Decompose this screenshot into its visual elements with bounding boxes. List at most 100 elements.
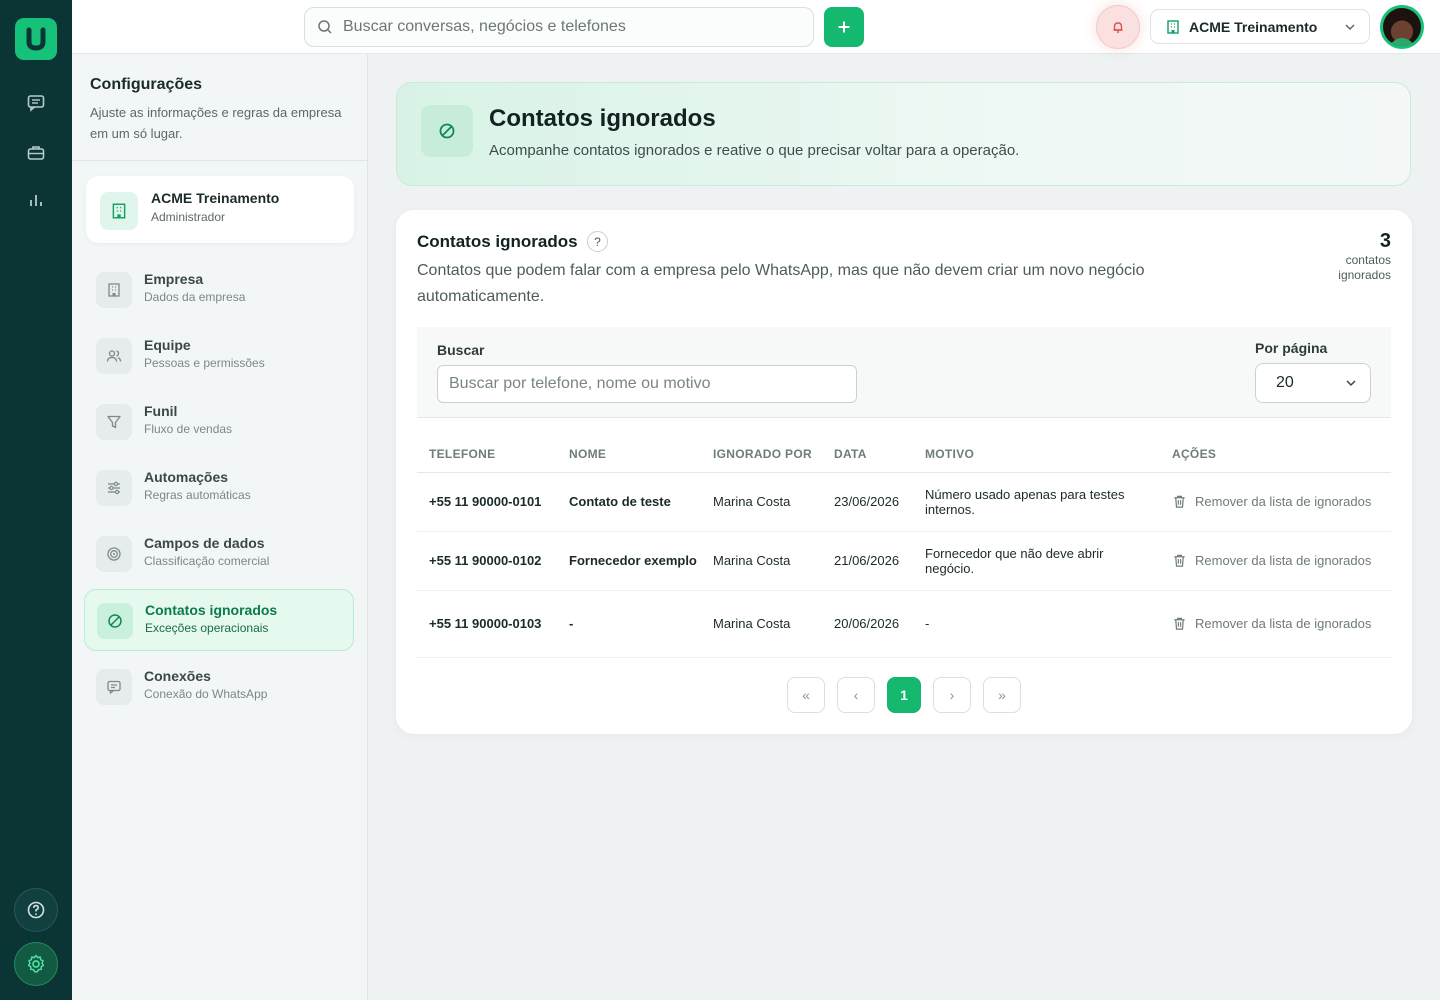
- sidebar-item-sub: Exceções operacionais: [145, 621, 269, 635]
- chevron-down-icon: [1345, 23, 1355, 30]
- sidebar-item-sub: Pessoas e permissões: [144, 356, 265, 370]
- chat-icon[interactable]: [22, 89, 50, 117]
- company-name: ACME Treinamento: [1189, 18, 1318, 35]
- funnel-icon: [96, 404, 132, 440]
- sidebar-item-campos-de-dados[interactable]: Campos de dados Classificação comercial: [84, 523, 354, 585]
- prev-page-button[interactable]: ‹: [837, 677, 875, 713]
- cell-phone: +55 11 90000-0102: [417, 531, 557, 591]
- cell-ignored-by: Marina Costa: [701, 590, 822, 658]
- column-header[interactable]: MOTIVO: [913, 436, 1160, 473]
- ban-icon: [421, 105, 473, 157]
- settings-icon[interactable]: [14, 942, 58, 986]
- sidebar-item-funil[interactable]: Funil Fluxo de vendas: [84, 391, 354, 453]
- pagination: « ‹ 1 › »: [787, 677, 1033, 713]
- cell-reason: Número usado apenas para testes internos…: [913, 472, 1160, 532]
- column-header[interactable]: TELEFONE: [417, 436, 557, 473]
- cell-name: Contato de teste: [557, 472, 701, 532]
- cell-reason: -: [913, 590, 1160, 658]
- help-tooltip-button[interactable]: ?: [587, 231, 608, 252]
- sidebar-item-label: Campos de dados: [144, 535, 265, 551]
- org-role: Administrador: [151, 210, 226, 224]
- search-input-placeholder: Buscar por telefone, nome ou motivo: [449, 375, 711, 392]
- cell-actions: Remover da lista de ignorados: [1160, 590, 1391, 658]
- cell-name: Fornecedor exemplo: [557, 531, 701, 591]
- per-page-select[interactable]: 20: [1255, 363, 1371, 403]
- last-page-button[interactable]: »: [983, 677, 1021, 713]
- notifications-button[interactable]: [1096, 5, 1140, 49]
- cell-actions: Remover da lista de ignorados: [1160, 531, 1391, 591]
- settings-sidebar: Configurações Ajuste as informações e re…: [72, 54, 368, 1000]
- column-header[interactable]: IGNORADO POR: [701, 436, 822, 473]
- global-search-input[interactable]: Buscar conversas, negócios e telefones: [304, 7, 814, 47]
- search-input[interactable]: Buscar por telefone, nome ou motivo: [437, 365, 857, 403]
- next-page-button[interactable]: ›: [933, 677, 971, 713]
- sidebar-item-sub: Classificação comercial: [144, 554, 270, 568]
- building-icon: [1167, 19, 1179, 34]
- cell-date: 20/06/2026: [822, 590, 913, 658]
- ignored-contacts-card: Contatos ignorados ? Contatos que podem …: [396, 210, 1412, 734]
- company-selector[interactable]: ACME Treinamento: [1150, 9, 1370, 44]
- trash-icon: [1174, 495, 1185, 508]
- sidebar-item-sub: Regras automáticas: [144, 488, 251, 502]
- global-search-placeholder: Buscar conversas, negócios e telefones: [343, 18, 626, 35]
- cell-phone: +55 11 90000-0101: [417, 472, 557, 532]
- sidebar-item-label: Empresa: [144, 271, 204, 287]
- sidebar-item-label: Automações: [144, 469, 229, 485]
- briefcase-icon[interactable]: [22, 139, 50, 167]
- column-header[interactable]: DATA: [822, 436, 913, 473]
- building-icon: [96, 272, 132, 308]
- target-icon: [96, 536, 132, 572]
- chevron-down-icon: [1346, 380, 1356, 387]
- per-page-value: 20: [1276, 374, 1294, 391]
- top-bar: Buscar conversas, negócios e telefones A…: [72, 0, 1440, 54]
- sidebar-item-label: Contatos ignorados: [145, 602, 278, 618]
- sidebar-title: Configurações: [90, 76, 203, 93]
- ignored-count-value: 3: [1379, 230, 1391, 252]
- page-title: Contatos ignorados: [489, 105, 716, 132]
- sidebar-item-conexoes[interactable]: Conexões Conexão do WhatsApp: [84, 656, 354, 718]
- logo-icon: [26, 27, 46, 51]
- bar-chart-icon[interactable]: [22, 186, 50, 214]
- column-header[interactable]: NOME: [557, 436, 701, 473]
- sidebar-item-label: Funil: [144, 403, 178, 419]
- table-row: +55 11 90000-0103 - Marina Costa 20/06/2…: [417, 590, 1391, 658]
- remove-from-ignored-button[interactable]: Remover da lista de ignorados: [1172, 616, 1391, 631]
- table-row: +55 11 90000-0101 Contato de teste Marin…: [417, 472, 1391, 532]
- sidebar-item-empresa[interactable]: Empresa Dados da empresa: [84, 259, 354, 321]
- plus-icon: [838, 21, 850, 33]
- filters-bar: Buscar Buscar por telefone, nome ou moti…: [417, 327, 1391, 418]
- sidebar-item-automacoes[interactable]: Automações Regras automáticas: [84, 457, 354, 519]
- first-page-button[interactable]: «: [787, 677, 825, 713]
- table-header-row: TELEFONE NOME IGNORADO POR DATA MOTIVO A…: [417, 436, 1391, 473]
- org-card[interactable]: ACME Treinamento Administrador: [86, 176, 354, 243]
- trash-icon: [1174, 617, 1185, 630]
- app-logo[interactable]: [15, 18, 57, 60]
- current-page-button[interactable]: 1: [887, 677, 921, 713]
- cell-ignored-by: Marina Costa: [701, 531, 822, 591]
- sidebar-item-contatos-ignorados[interactable]: Contatos ignorados Exceções operacionais: [84, 589, 354, 651]
- cell-phone: +55 11 90000-0103: [417, 590, 557, 658]
- sliders-icon: [96, 470, 132, 506]
- card-description: Contatos que podem falar com a empresa p…: [417, 262, 1145, 305]
- bell-icon: [1113, 22, 1123, 33]
- page-subtitle: Acompanhe contatos ignorados e reative o…: [489, 142, 1020, 159]
- page-header: Contatos ignorados Acompanhe contatos ig…: [396, 82, 1411, 186]
- avatar-photo: [1383, 8, 1421, 46]
- user-avatar[interactable]: [1380, 5, 1424, 49]
- search-icon: [318, 20, 332, 34]
- add-button[interactable]: [824, 7, 864, 47]
- sidebar-item-label: Equipe: [144, 337, 191, 353]
- card-title: Contatos ignorados: [417, 232, 578, 251]
- ignored-count-label: contatos ignorados: [1338, 253, 1391, 282]
- remove-from-ignored-button[interactable]: Remover da lista de ignorados: [1172, 494, 1391, 509]
- sidebar-divider: [72, 160, 367, 161]
- help-icon[interactable]: [14, 888, 58, 932]
- sidebar-item-equipe[interactable]: Equipe Pessoas e permissões: [84, 325, 354, 387]
- org-name: ACME Treinamento: [151, 190, 280, 206]
- sidebar-item-sub: Conexão do WhatsApp: [144, 687, 268, 701]
- sidebar-item-sub: Dados da empresa: [144, 290, 246, 304]
- remove-from-ignored-button[interactable]: Remover da lista de ignorados: [1172, 553, 1391, 568]
- message-icon: [96, 669, 132, 705]
- trash-icon: [1174, 554, 1185, 567]
- cell-date: 21/06/2026: [822, 531, 913, 591]
